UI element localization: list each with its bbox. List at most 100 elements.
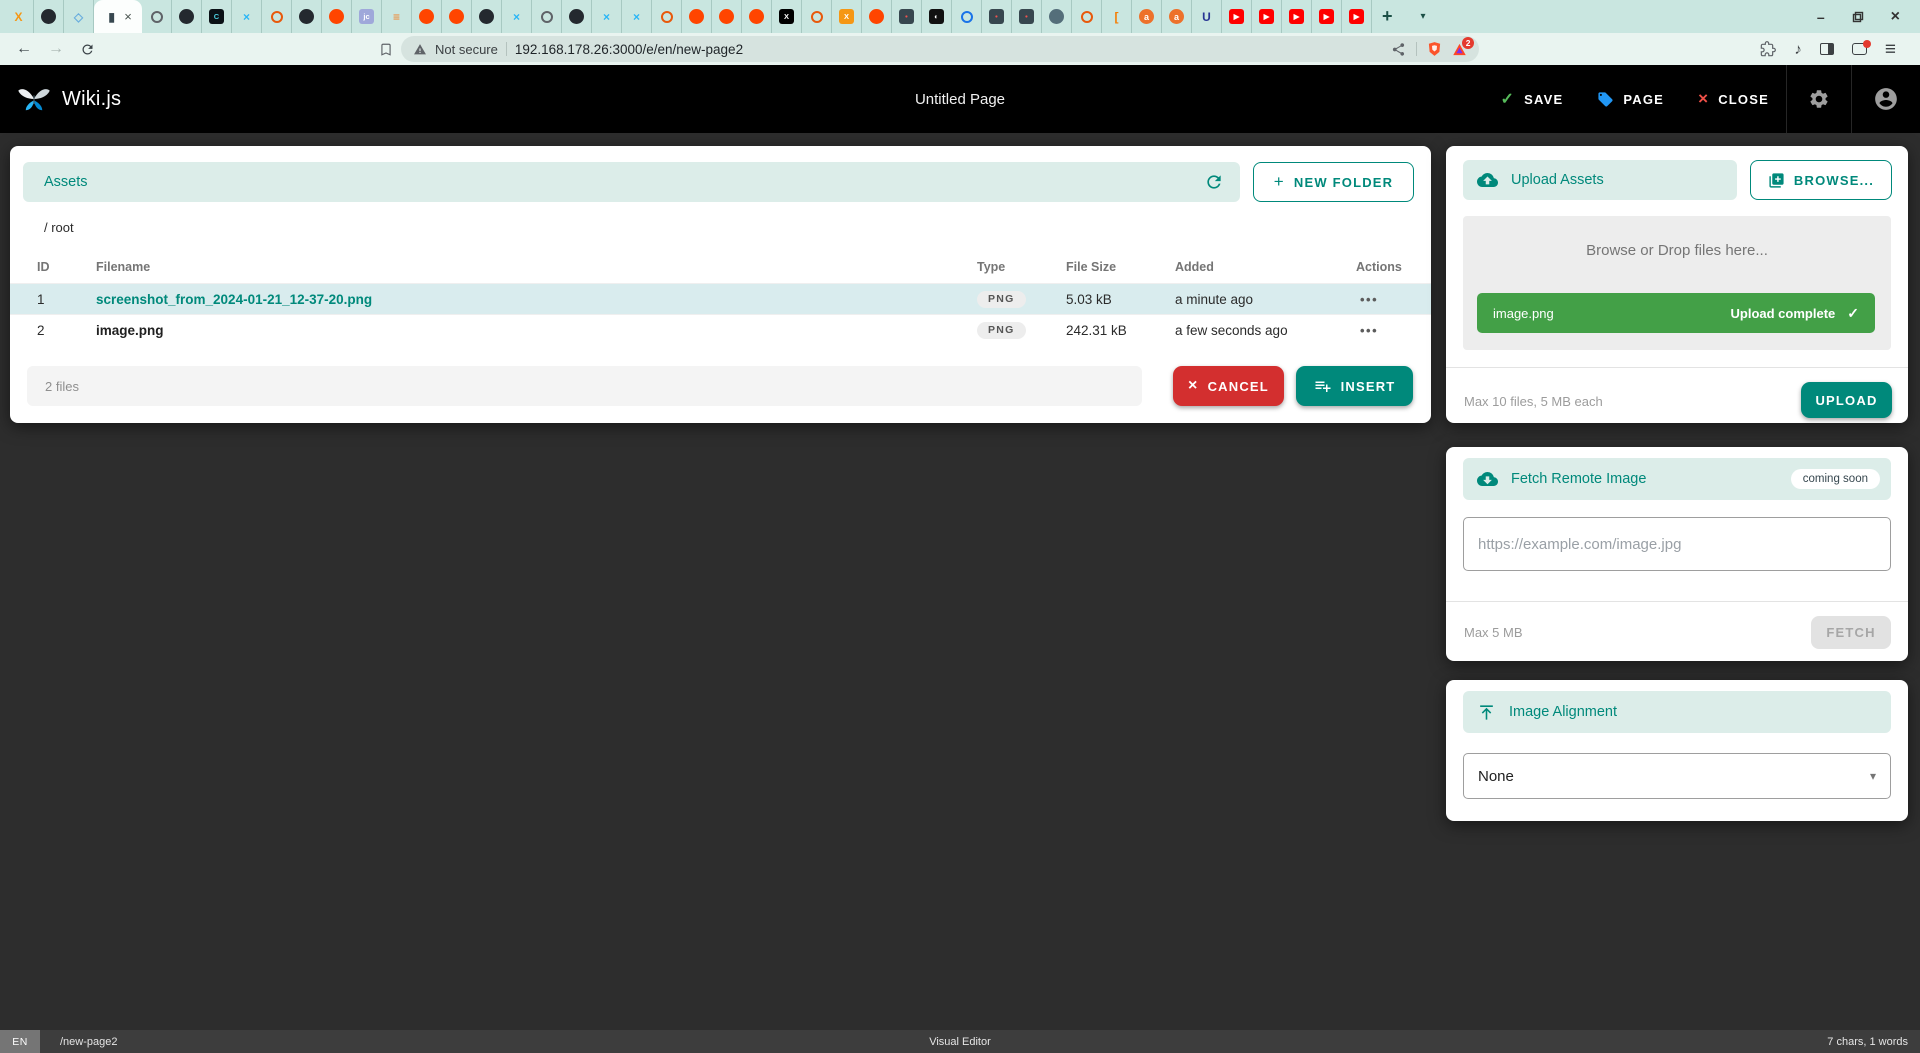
- bookmark-icon[interactable]: [379, 42, 393, 57]
- browser-tab[interactable]: X: [832, 0, 862, 33]
- minimize-icon[interactable]: –: [1817, 10, 1825, 24]
- browser-tab[interactable]: ≡: [382, 0, 412, 33]
- extensions-puzzle-icon[interactable]: [1760, 41, 1776, 57]
- browser-tab[interactable]: [712, 0, 742, 33]
- browser-tab[interactable]: [172, 0, 202, 33]
- account-button[interactable]: [1852, 65, 1920, 133]
- tab-search-chevron-icon[interactable]: ▾: [1421, 11, 1426, 22]
- browser-tab[interactable]: •: [982, 0, 1012, 33]
- locale-chip[interactable]: EN: [0, 1030, 40, 1053]
- divider: [1416, 42, 1417, 56]
- browser-tab[interactable]: [802, 0, 832, 33]
- fetch-button-disabled: FETCH: [1811, 616, 1891, 649]
- cloud-upload-icon: [1477, 172, 1498, 188]
- browser-tab[interactable]: jc: [352, 0, 382, 33]
- browser-tab[interactable]: [472, 0, 502, 33]
- browser-tab[interactable]: [1072, 0, 1102, 33]
- insert-button[interactable]: INSERT: [1296, 366, 1413, 406]
- browser-tab[interactable]: [142, 0, 172, 33]
- window-close-icon[interactable]: ×: [1891, 8, 1900, 26]
- page-properties-button[interactable]: PAGE: [1580, 65, 1681, 133]
- breadcrumb[interactable]: / root: [44, 220, 74, 235]
- share-icon[interactable]: [1391, 42, 1406, 57]
- browser-tab[interactable]: [1042, 0, 1072, 33]
- browser-tab[interactable]: [742, 0, 772, 33]
- browser-tab[interactable]: ◐: [922, 0, 952, 33]
- warning-icon: [413, 43, 427, 56]
- wikijs-favicon: ×: [509, 9, 524, 24]
- refresh-button[interactable]: [1198, 166, 1230, 198]
- table-row[interactable]: 1 screenshot_from_2024-01-21_12-37-20.pn…: [10, 283, 1431, 314]
- table-row[interactable]: 2 image.png PNG 242.31 kB a few seconds …: [10, 314, 1431, 345]
- browser-tab[interactable]: [652, 0, 682, 33]
- browser-tab[interactable]: ▶: [1312, 0, 1342, 33]
- browser-tab[interactable]: [682, 0, 712, 33]
- browser-tab[interactable]: [: [1102, 0, 1132, 33]
- browser-tab[interactable]: [292, 0, 322, 33]
- new-tab-button[interactable]: +: [1382, 6, 1393, 27]
- grid-favicon: •: [899, 9, 914, 24]
- settings-button[interactable]: [1787, 65, 1851, 133]
- browser-tab[interactable]: ×: [232, 0, 262, 33]
- security-label: Not secure: [435, 42, 498, 57]
- menu-icon[interactable]: ≡: [1885, 40, 1896, 59]
- alignment-select[interactable]: None ▾: [1463, 753, 1891, 799]
- browser-tab[interactable]: [412, 0, 442, 33]
- reload-icon[interactable]: [80, 42, 95, 57]
- back-icon[interactable]: ←: [16, 41, 32, 57]
- browser-tab[interactable]: ◇: [64, 0, 94, 33]
- restore-icon[interactable]: [1852, 11, 1864, 23]
- sidebar-toggle-icon[interactable]: [1820, 43, 1834, 55]
- divider: [506, 42, 507, 56]
- brave-shield-icon[interactable]: [1427, 41, 1442, 57]
- browser-tab[interactable]: ×: [502, 0, 532, 33]
- browser-tab[interactable]: ×: [592, 0, 622, 33]
- browser-tab[interactable]: [262, 0, 292, 33]
- browser-tab[interactable]: [532, 0, 562, 33]
- brave-rewards-icon[interactable]: 2: [1452, 42, 1467, 57]
- row-actions-button[interactable]: •••: [1346, 292, 1431, 307]
- browser-tab[interactable]: ▶: [1222, 0, 1252, 33]
- browser-tab[interactable]: [322, 0, 352, 33]
- browser-tab[interactable]: •: [1012, 0, 1042, 33]
- browser-tab[interactable]: ×: [622, 0, 652, 33]
- browser-tab[interactable]: ▶: [1282, 0, 1312, 33]
- media-control-icon[interactable]: ♪: [1794, 41, 1802, 58]
- reddit-favicon: [449, 9, 464, 24]
- wallet-icon[interactable]: [1852, 43, 1867, 55]
- browser-tab[interactable]: [952, 0, 982, 33]
- upload-button[interactable]: UPLOAD: [1801, 382, 1892, 418]
- asset-manager-dialog: Assets + NEW FOLDER / root ID Filename T…: [10, 146, 1431, 423]
- upload-hint: Max 10 files, 5 MB each: [1464, 394, 1603, 409]
- browser-tab[interactable]: •: [892, 0, 922, 33]
- browser-tab-strip: X ◇ ▮ × C × jc ≡ × × ×: [0, 0, 1920, 33]
- browser-tab[interactable]: [34, 0, 64, 33]
- browser-tab[interactable]: a: [1162, 0, 1192, 33]
- browser-tab[interactable]: C: [202, 0, 232, 33]
- browser-tab[interactable]: X: [4, 0, 34, 33]
- browser-tab[interactable]: U: [1192, 0, 1222, 33]
- tab-close-icon[interactable]: ×: [124, 10, 132, 23]
- cancel-button[interactable]: × CANCEL: [1173, 366, 1284, 406]
- forward-icon[interactable]: →: [48, 41, 64, 57]
- browser-tab[interactable]: [862, 0, 892, 33]
- wikijs-logo[interactable]: [16, 84, 52, 114]
- github-favicon: [479, 9, 494, 24]
- browser-tab[interactable]: a: [1132, 0, 1162, 33]
- dark-app-favicon: ◐: [929, 9, 944, 24]
- globe-favicon: [541, 11, 553, 23]
- new-folder-button[interactable]: + NEW FOLDER: [1253, 162, 1414, 202]
- save-button[interactable]: ✓ SAVE: [1484, 65, 1581, 133]
- address-bar[interactable]: Not secure 192.168.178.26:3000/e/en/new-…: [401, 36, 1479, 62]
- browser-tab[interactable]: [562, 0, 592, 33]
- close-button[interactable]: × CLOSE: [1681, 65, 1786, 133]
- remote-url-input[interactable]: [1463, 517, 1891, 571]
- browse-button[interactable]: BROWSE...: [1750, 160, 1892, 200]
- browser-tab[interactable]: X: [772, 0, 802, 33]
- row-actions-button[interactable]: •••: [1346, 323, 1431, 338]
- browser-tab[interactable]: ▶: [1342, 0, 1372, 33]
- browser-tab[interactable]: ▶: [1252, 0, 1282, 33]
- browser-tab[interactable]: [442, 0, 472, 33]
- file-dropzone[interactable]: Browse or Drop files here... image.png U…: [1463, 216, 1891, 350]
- browser-tab[interactable]: ▮ ×: [94, 0, 142, 33]
